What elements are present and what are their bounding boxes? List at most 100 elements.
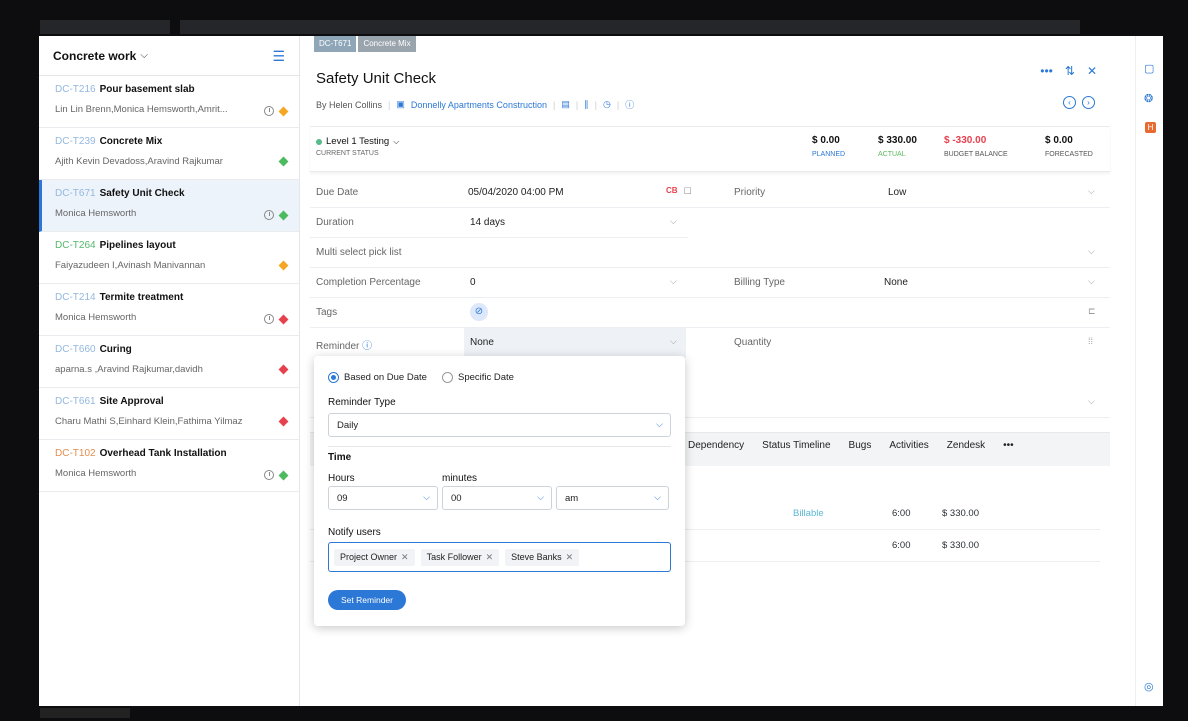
tab-zendesk[interactable]: Zendesk [947,440,985,451]
task-code[interactable]: DC-T661 [55,396,96,407]
priority-value[interactable]: Low [888,187,906,198]
tab-dependency[interactable]: Dependency [688,440,744,451]
task-name[interactable]: Termite treatment [100,292,184,303]
hours-select[interactable]: 09 ⌵ [328,486,438,510]
breadcrumb-parent[interactable]: Concrete Mix [358,36,416,52]
task-code[interactable]: DC-T239 [55,136,96,147]
close-icon[interactable]: ✕ [1087,64,1097,78]
task-name[interactable]: Safety Unit Check [100,188,185,199]
integration-icon[interactable]: ❂ [1144,92,1153,105]
chevron-down-icon[interactable]: ⌵ [423,492,430,503]
current-status[interactable]: Level 1 Testing ⌵ CURRENT STATUS [316,136,399,157]
info-icon[interactable]: ⓘ [362,341,372,352]
quantity-icon[interactable]: ⁞⁞ [1088,336,1093,346]
share-icon[interactable]: ⇅ [1065,64,1075,78]
due-date-value[interactable]: 05/04/2020 04:00 PM [468,187,564,198]
task-name[interactable]: Pipelines layout [100,240,176,251]
comment-icon[interactable]: ▤ [561,99,570,110]
task-list-item[interactable]: DC-T660 Curing aparna.s ,Aravind Rajkumar,… [39,336,299,388]
remove-chip-icon[interactable]: ✕ [486,552,494,562]
remove-chip-icon[interactable]: ✕ [566,552,574,562]
budget-forecasted: $ 0.00 FORECASTED [1045,135,1093,158]
ampm-select[interactable]: am ⌵ [556,486,669,510]
task-list-item[interactable]: DC-T264 Pipelines layout Faiyazudeen I,Avi… [39,232,299,284]
radio-empty-icon[interactable] [442,372,453,383]
task-list-item[interactable]: DC-T239 Concrete Mix Ajith Kevin Devadoss,… [39,128,299,180]
tag-icon[interactable]: ⊏ [1088,306,1096,317]
chevron-down-icon[interactable]: ⌵ [670,276,677,287]
billing-type-value[interactable]: None [884,277,908,288]
task-name[interactable]: Site Approval [100,396,164,407]
multi-select-row[interactable]: Multi select pick list ⌵ [310,238,1110,268]
task-code[interactable]: DC-T102 [55,448,96,459]
radio-selected-icon[interactable] [328,372,339,383]
chevron-down-icon[interactable]: ⌵ [1088,246,1095,257]
next-task-icon[interactable]: › [1082,96,1095,109]
chevron-down-icon[interactable]: ⌵ [654,492,661,503]
timer-icon[interactable] [264,210,274,220]
remove-chip-icon[interactable]: ✕ [401,552,409,562]
chat-icon[interactable]: ▢ [1144,62,1154,75]
timer-icon[interactable] [264,106,274,116]
tag-add-icon[interactable]: ⊘ [470,303,488,321]
user-chip[interactable]: Steve Banks ✕ [505,548,580,566]
list-menu-icon[interactable]: ☰ [272,49,285,63]
calendar-icon[interactable]: ☐ [684,186,692,197]
chevron-down-icon[interactable]: ⌵ [1088,276,1095,287]
timer-icon[interactable]: ◷ [603,99,611,110]
radio-specific-date[interactable]: Specific Date [442,372,514,383]
chevron-down-icon[interactable]: ⌵ [537,492,544,503]
task-name[interactable]: Curing [100,344,132,355]
reminder-field-bg[interactable] [464,328,686,358]
chevron-down-icon[interactable]: ⌵ [656,419,663,430]
task-name[interactable]: Concrete Mix [100,136,163,147]
previous-task-icon[interactable]: ‹ [1063,96,1076,109]
breadcrumb-task-code[interactable]: DC-T671 [314,36,357,52]
set-reminder-button[interactable]: Set Reminder [328,590,406,610]
task-code[interactable]: DC-T214 [55,292,96,303]
project-link[interactable]: Donnelly Apartments Construction [411,100,547,110]
tab-more[interactable]: ••• [1003,440,1014,451]
task-list-item[interactable]: DC-T661 Site Approval Charu Mathi S,Einhar… [39,388,299,440]
more-icon[interactable]: ••• [1040,64,1053,78]
chevron-down-icon[interactable]: ⌵ [393,137,399,147]
tab-bugs[interactable]: Bugs [849,440,872,451]
user-chip[interactable]: Project Owner ✕ [334,548,415,566]
task-list-item[interactable]: DC-T214 Termite treatment Monica Hemsworth [39,284,299,336]
task-code[interactable]: DC-T671 [55,188,96,199]
chevron-down-icon[interactable]: ⌵ [1088,396,1095,407]
task-subline: By Helen Collins | ▣ Donnelly Apartments… [316,98,635,111]
task-name[interactable]: Overhead Tank Installation [100,448,227,459]
tab-activities[interactable]: Activities [889,440,928,451]
task-list-item[interactable]: DC-T671 Safety Unit Check Monica Hemsworth [39,180,299,232]
task-code[interactable]: DC-T216 [55,84,96,95]
info-icon[interactable]: ⓘ [625,98,634,111]
radio-based-on-due-date[interactable]: Based on Due Date [328,372,427,383]
task-list-item[interactable]: DC-T102 Overhead Tank Installation Monica … [39,440,299,492]
tasklist-title[interactable]: Concrete work [53,49,136,63]
page-title: Safety Unit Check [316,70,437,87]
completion-value[interactable]: 0 [470,277,476,288]
task-name[interactable]: Pour basement slab [100,84,195,95]
chevron-down-icon[interactable]: ⌵ [670,216,677,227]
h-app-icon[interactable]: H [1145,122,1156,133]
reminder-value[interactable]: None [470,337,494,348]
minutes-select[interactable]: 00 ⌵ [442,486,552,510]
chevron-down-icon[interactable]: ⌵ [1088,186,1095,197]
timer-icon[interactable] [264,470,274,480]
task-code[interactable]: DC-T264 [55,240,96,251]
duration-value[interactable]: 14 days [470,217,505,228]
task-code[interactable]: DC-T660 [55,344,96,355]
feedback-icon[interactable]: ◎ [1144,680,1154,693]
reminder-type-select[interactable]: Daily ⌵ [328,413,671,437]
user-chip[interactable]: Task Follower ✕ [420,548,500,566]
attachment-icon[interactable]: ∥ [584,99,589,110]
notify-users-input[interactable]: Project Owner ✕ Task Follower ✕ Steve Banks ✕ [328,542,671,572]
sidebar-header[interactable]: Concrete work ⌵ ☰ [39,36,299,76]
chevron-down-icon[interactable]: ⌵ [670,336,677,347]
status-value[interactable]: Level 1 Testing [326,136,389,147]
tab-status-timeline[interactable]: Status Timeline [762,440,830,451]
task-list-item[interactable]: DC-T216 Pour basement slab Lin Lin Brenn,M… [39,76,299,128]
timer-icon[interactable] [264,314,274,324]
chevron-down-icon[interactable]: ⌵ [140,50,148,61]
